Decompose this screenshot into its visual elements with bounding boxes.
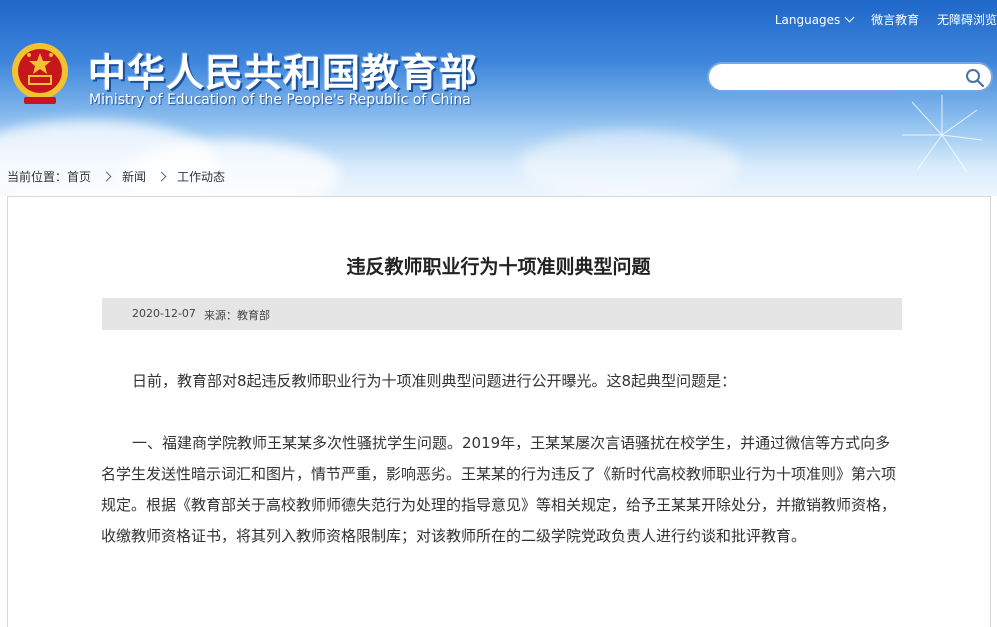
article-source: 来源：教育部 (204, 309, 270, 322)
weibo-link[interactable]: 微言教育 (871, 11, 919, 28)
breadcrumb-prefix: 当前位置： (7, 170, 68, 184)
cloud-decoration (520, 130, 740, 196)
top-links: Languages 微言教育 无障碍浏览 (775, 11, 997, 28)
article-paragraph: 一、福建商学院教师王某某多次性骚扰学生问题。2019年，王某某屡次言语骚扰在校学… (101, 434, 897, 545)
page-header: 中华人民共和国教育部 Ministry of Education of the … (0, 0, 997, 196)
search-box (707, 62, 993, 92)
national-emblem-icon (12, 43, 68, 104)
search-input[interactable] (719, 68, 963, 88)
article-date: 2020-12-07 (132, 307, 196, 320)
chevron-right-icon (101, 171, 112, 182)
article-title: 违反教师职业行为十项准则典型问题 (346, 256, 651, 278)
languages-menu[interactable]: Languages (774, 12, 855, 27)
chevron-right-icon (156, 171, 167, 182)
breadcrumb-item-news[interactable]: 新闻 (122, 170, 146, 184)
article-paragraph: 日前，教育部对8起违反教师职业行为十项准则典型问题进行公开曝光。这8起典型问题是… (132, 372, 737, 390)
site-title[interactable]: 中华人民共和国教育部 (88, 42, 478, 97)
dandelion-decoration (902, 95, 983, 173)
languages-label: Languages (774, 13, 841, 27)
chevron-down-icon (844, 12, 855, 23)
article-meta-bar: 2020-12-07 来源：教育部 (102, 298, 902, 330)
search-icon[interactable] (965, 68, 985, 88)
breadcrumb: 当前位置：首页 新闻 工作动态 (7, 168, 225, 185)
breadcrumb-item-work[interactable]: 工作动态 (177, 170, 225, 184)
accessibility-link[interactable]: 无障碍浏览 (937, 11, 997, 28)
breadcrumb-item-home[interactable]: 首页 (67, 170, 91, 184)
site-subtitle: Ministry of Education of the People's Re… (89, 92, 471, 108)
